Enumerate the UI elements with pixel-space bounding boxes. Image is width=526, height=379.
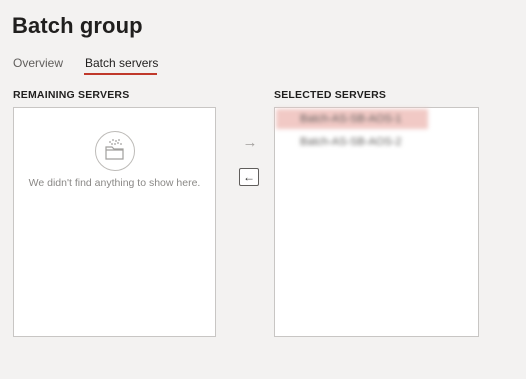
remaining-servers-label: REMAINING SERVERS: [13, 89, 130, 101]
empty-state-message: We didn't find anything to show here.: [28, 177, 201, 189]
arrow-right-icon[interactable]: →: [241, 134, 259, 152]
arrow-left-icon: ←: [243, 170, 255, 184]
list-item[interactable]: Batch-AS-SB-AOS-2: [276, 132, 428, 152]
selected-servers-label: SELECTED SERVERS: [274, 89, 387, 101]
page-title: Batch group: [12, 13, 143, 38]
tab-overview[interactable]: Overview: [13, 56, 63, 70]
move-left-button[interactable]: ←: [239, 168, 259, 186]
active-tab-indicator: [84, 73, 157, 75]
folder-icon: [95, 131, 135, 171]
selected-servers-list[interactable]: Batch-AS-SB-AOS-1 Batch-AS-SB-AOS-2: [274, 107, 479, 337]
remaining-servers-list[interactable]: We didn't find anything to show here.: [13, 107, 216, 337]
list-item[interactable]: Batch-AS-SB-AOS-1: [276, 109, 428, 129]
tab-batch-servers[interactable]: Batch servers: [85, 56, 158, 70]
